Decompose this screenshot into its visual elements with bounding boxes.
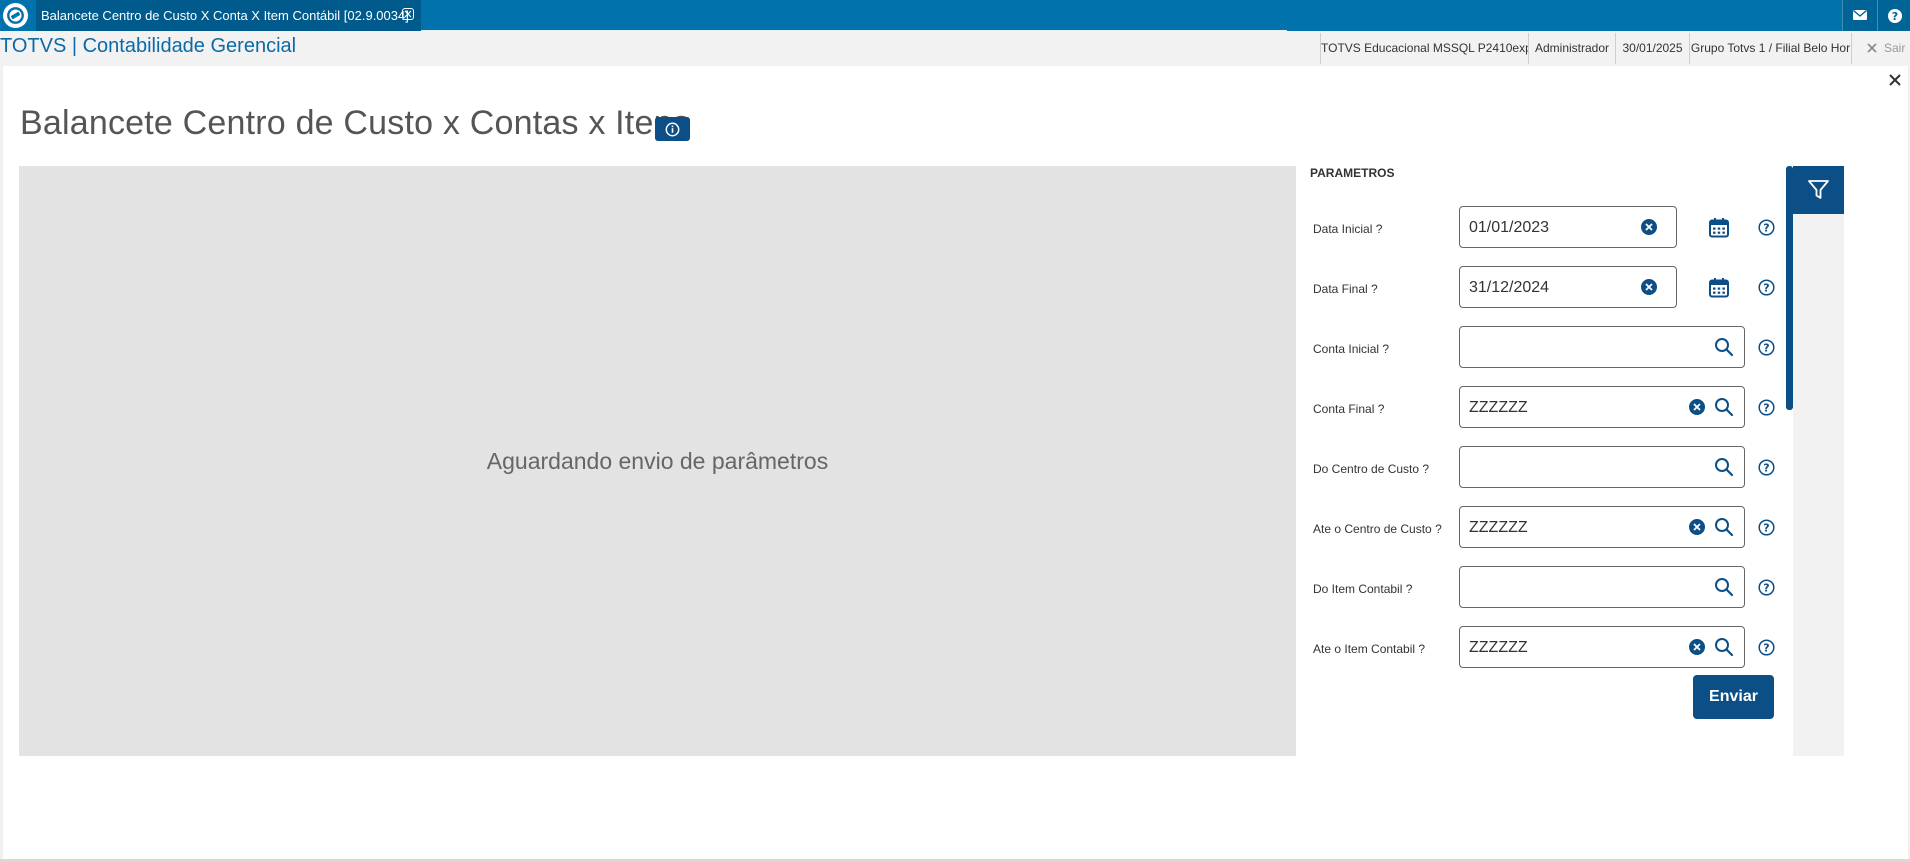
search-icon[interactable] bbox=[1714, 337, 1734, 357]
clear-icon[interactable] bbox=[1688, 518, 1706, 536]
param-label: Conta Inicial ? bbox=[1313, 342, 1390, 356]
help-icon[interactable]: ? bbox=[1758, 579, 1775, 596]
param-row: Conta Inicial ?? bbox=[1296, 326, 1786, 370]
search-icon[interactable] bbox=[1714, 397, 1734, 417]
param-row: Ate o Centro de Custo ?? bbox=[1296, 506, 1786, 550]
active-tab[interactable]: Balancete Centro de Custo X Conta X Item… bbox=[36, 0, 421, 31]
param-label: Ate o Item Contabil ? bbox=[1313, 642, 1426, 656]
preview-message: Aguardando envio de parâmetros bbox=[486, 448, 829, 474]
search-icon[interactable] bbox=[1714, 577, 1734, 597]
param-label: Do Item Contabil ? bbox=[1313, 582, 1413, 596]
panel-close-icon[interactable] bbox=[1887, 72, 1903, 88]
parameters-title: PARAMETROS bbox=[1310, 166, 1395, 180]
param-row: Data Inicial ?? bbox=[1296, 206, 1786, 250]
lookup-field[interactable] bbox=[1459, 506, 1745, 548]
totvs-logo-icon[interactable] bbox=[3, 3, 28, 28]
svg-text:?: ? bbox=[1763, 642, 1769, 655]
mail-button[interactable] bbox=[1842, 0, 1877, 31]
environment-info[interactable]: TOTVS Educacional MSSQL P2410exp bbox=[1320, 33, 1528, 64]
page-title: Balancete Centro de Custo x Contas x Ite… bbox=[20, 104, 690, 142]
top-tab-bar: Balancete Centro de Custo X Conta X Item… bbox=[0, 0, 1910, 31]
param-row: Do Centro de Custo ?? bbox=[1296, 446, 1786, 490]
lookup-field[interactable] bbox=[1459, 566, 1745, 608]
param-input[interactable] bbox=[1469, 579, 1619, 597]
param-input[interactable] bbox=[1469, 219, 1619, 237]
param-input[interactable] bbox=[1469, 279, 1619, 297]
lookup-field[interactable] bbox=[1459, 386, 1745, 428]
help-icon[interactable]: ? bbox=[1758, 459, 1775, 476]
svg-text:?: ? bbox=[1763, 402, 1769, 415]
logout-label: Sair bbox=[1884, 41, 1906, 55]
parameters-scrollbar[interactable] bbox=[1786, 166, 1793, 756]
svg-text:?: ? bbox=[1892, 10, 1898, 23]
app-header: TOTVS | Contabilidade Gerencial TOTVS Ed… bbox=[0, 31, 1910, 66]
help-icon[interactable]: ? bbox=[1758, 339, 1775, 356]
clear-icon[interactable] bbox=[1640, 218, 1658, 236]
param-input[interactable] bbox=[1469, 399, 1619, 417]
calendar-icon[interactable] bbox=[1708, 277, 1730, 298]
svg-text:?: ? bbox=[1763, 462, 1769, 475]
tab-title: Balancete Centro de Custo X Conta X Item… bbox=[41, 8, 409, 23]
svg-text:?: ? bbox=[1763, 342, 1769, 355]
side-toolbar bbox=[1793, 166, 1844, 756]
filter-icon bbox=[1808, 180, 1829, 199]
param-input[interactable] bbox=[1469, 339, 1619, 357]
help-icon[interactable]: ? bbox=[1758, 399, 1775, 416]
help-icon[interactable]: ? bbox=[1758, 519, 1775, 536]
date-info[interactable]: 30/01/2025 bbox=[1615, 33, 1689, 64]
date-field[interactable] bbox=[1459, 206, 1677, 248]
tab-close-icon[interactable] bbox=[402, 8, 414, 20]
search-icon[interactable] bbox=[1714, 517, 1734, 537]
param-label: Data Inicial ? bbox=[1313, 222, 1383, 236]
param-label: Conta Final ? bbox=[1313, 402, 1385, 416]
help-icon[interactable]: ? bbox=[1758, 219, 1775, 236]
help-icon[interactable]: ? bbox=[1758, 639, 1775, 656]
svg-text:?: ? bbox=[1763, 582, 1769, 595]
branch-info[interactable]: Grupo Totvs 1 / Filial Belo Hor bbox=[1689, 33, 1851, 64]
lookup-field[interactable] bbox=[1459, 626, 1745, 668]
param-label: Data Final ? bbox=[1313, 282, 1378, 296]
mail-icon bbox=[1853, 9, 1867, 20]
parameters-panel: PARAMETROS Data Inicial ??Data Final ??C… bbox=[1296, 166, 1786, 756]
lookup-field[interactable] bbox=[1459, 326, 1745, 368]
help-icon: ? bbox=[1888, 9, 1902, 23]
svg-text:?: ? bbox=[1763, 282, 1769, 295]
param-label: Ate o Centro de Custo ? bbox=[1313, 522, 1442, 536]
calendar-icon[interactable] bbox=[1708, 217, 1730, 238]
svg-text:?: ? bbox=[1763, 522, 1769, 535]
report-panel: Balancete Centro de Custo x Contas x Ite… bbox=[3, 66, 1908, 859]
param-row: Ate o Item Contabil ?? bbox=[1296, 626, 1786, 670]
app-title: TOTVS | Contabilidade Gerencial bbox=[0, 35, 297, 57]
clear-icon[interactable] bbox=[1688, 398, 1706, 416]
param-input[interactable] bbox=[1469, 459, 1619, 477]
param-row: Data Final ?? bbox=[1296, 266, 1786, 310]
clear-icon[interactable] bbox=[1640, 278, 1658, 296]
search-icon[interactable] bbox=[1714, 457, 1734, 477]
close-icon bbox=[1867, 43, 1877, 53]
user-info[interactable]: Administrador bbox=[1528, 33, 1615, 64]
lookup-field[interactable] bbox=[1459, 446, 1745, 488]
param-row: Do Item Contabil ?? bbox=[1296, 566, 1786, 610]
svg-text:?: ? bbox=[1763, 222, 1769, 235]
date-field[interactable] bbox=[1459, 266, 1677, 308]
param-input[interactable] bbox=[1469, 639, 1619, 657]
clear-icon[interactable] bbox=[1688, 638, 1706, 656]
send-button[interactable]: Enviar bbox=[1693, 675, 1774, 719]
scrollbar-thumb[interactable] bbox=[1786, 166, 1793, 410]
help-button[interactable]: ? bbox=[1877, 0, 1910, 31]
param-label: Do Centro de Custo ? bbox=[1313, 462, 1430, 476]
report-preview-area: Aguardando envio de parâmetros bbox=[19, 166, 1296, 756]
logout-button[interactable]: Sair bbox=[1851, 33, 1910, 64]
search-icon[interactable] bbox=[1714, 637, 1734, 657]
param-input[interactable] bbox=[1469, 519, 1619, 537]
param-row: Conta Final ?? bbox=[1296, 386, 1786, 430]
info-button[interactable] bbox=[655, 117, 690, 141]
filter-button[interactable] bbox=[1793, 166, 1844, 214]
help-icon[interactable]: ? bbox=[1758, 279, 1775, 296]
info-icon bbox=[665, 122, 680, 137]
